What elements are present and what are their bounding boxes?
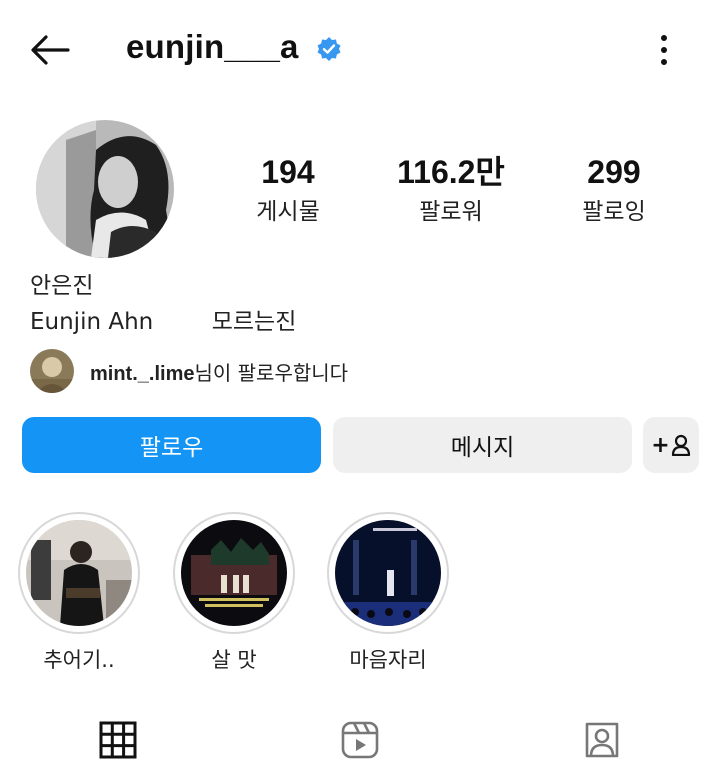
- story-highlight[interactable]: 살 맛: [172, 512, 296, 674]
- verified-badge-icon: [316, 36, 342, 62]
- story-highlight[interactable]: 추어기..: [17, 512, 141, 674]
- arrow-left-icon: [31, 35, 70, 65]
- highlight-label: 살 맛: [211, 648, 257, 672]
- follow-button[interactable]: 팔로우: [22, 417, 321, 473]
- stat-following[interactable]: 299 팔로잉: [539, 150, 689, 230]
- highlight-label: 추어기..: [43, 648, 115, 672]
- followed-by-row[interactable]: mint._.lime님이 팔로우합니다: [30, 348, 348, 394]
- highlight-ring: [327, 512, 449, 634]
- message-button[interactable]: 메시지: [333, 417, 632, 473]
- profile-bio: Eunjin Ahn 모르는진: [30, 309, 297, 335]
- profile-username: eunjin___a: [126, 28, 299, 65]
- profile-avatar[interactable]: [36, 120, 174, 258]
- highlight-cover: [335, 520, 441, 626]
- tab-reels[interactable]: [336, 716, 384, 764]
- highlight-ring: [18, 512, 140, 634]
- tab-tagged[interactable]: [578, 716, 626, 764]
- profile-full-name: 안은진: [30, 273, 94, 299]
- followers-label: 팔로워: [419, 199, 483, 225]
- follower-username[interactable]: mint._.lime: [90, 363, 194, 385]
- back-button[interactable]: [26, 28, 74, 72]
- more-vertical-icon: [661, 35, 667, 65]
- tagged-icon: [585, 722, 619, 758]
- more-options-button[interactable]: [648, 30, 680, 70]
- highlight-cover: [26, 520, 132, 626]
- posts-count: 194: [261, 154, 315, 190]
- posts-label: 게시물: [256, 199, 320, 225]
- followed-by-text: mint._.lime님이 팔로우합니다: [90, 357, 348, 386]
- add-user-button[interactable]: +: [643, 417, 699, 473]
- grid-icon: [99, 721, 137, 759]
- stat-followers[interactable]: 116.2만 팔로워: [376, 150, 526, 230]
- reels-icon: [341, 721, 379, 759]
- highlight-cover: [181, 520, 287, 626]
- following-label: 팔로잉: [582, 199, 646, 225]
- following-count: 299: [587, 154, 641, 190]
- story-highlight[interactable]: 마음자리: [326, 512, 450, 674]
- highlight-label: 마음자리: [349, 648, 427, 672]
- followers-count: 116.2만: [397, 154, 505, 190]
- person-add-icon: [671, 434, 690, 456]
- followed-by-suffix: 님이 팔로우합니다: [194, 360, 349, 385]
- profile-tabs: [0, 712, 720, 768]
- stat-posts[interactable]: 194 게시물: [213, 150, 363, 230]
- follower-avatar[interactable]: [30, 349, 74, 393]
- tab-posts-grid[interactable]: [94, 716, 142, 764]
- add-user-plus: +: [651, 432, 670, 458]
- highlight-ring: [173, 512, 295, 634]
- top-bar: eunjin___a: [0, 0, 720, 100]
